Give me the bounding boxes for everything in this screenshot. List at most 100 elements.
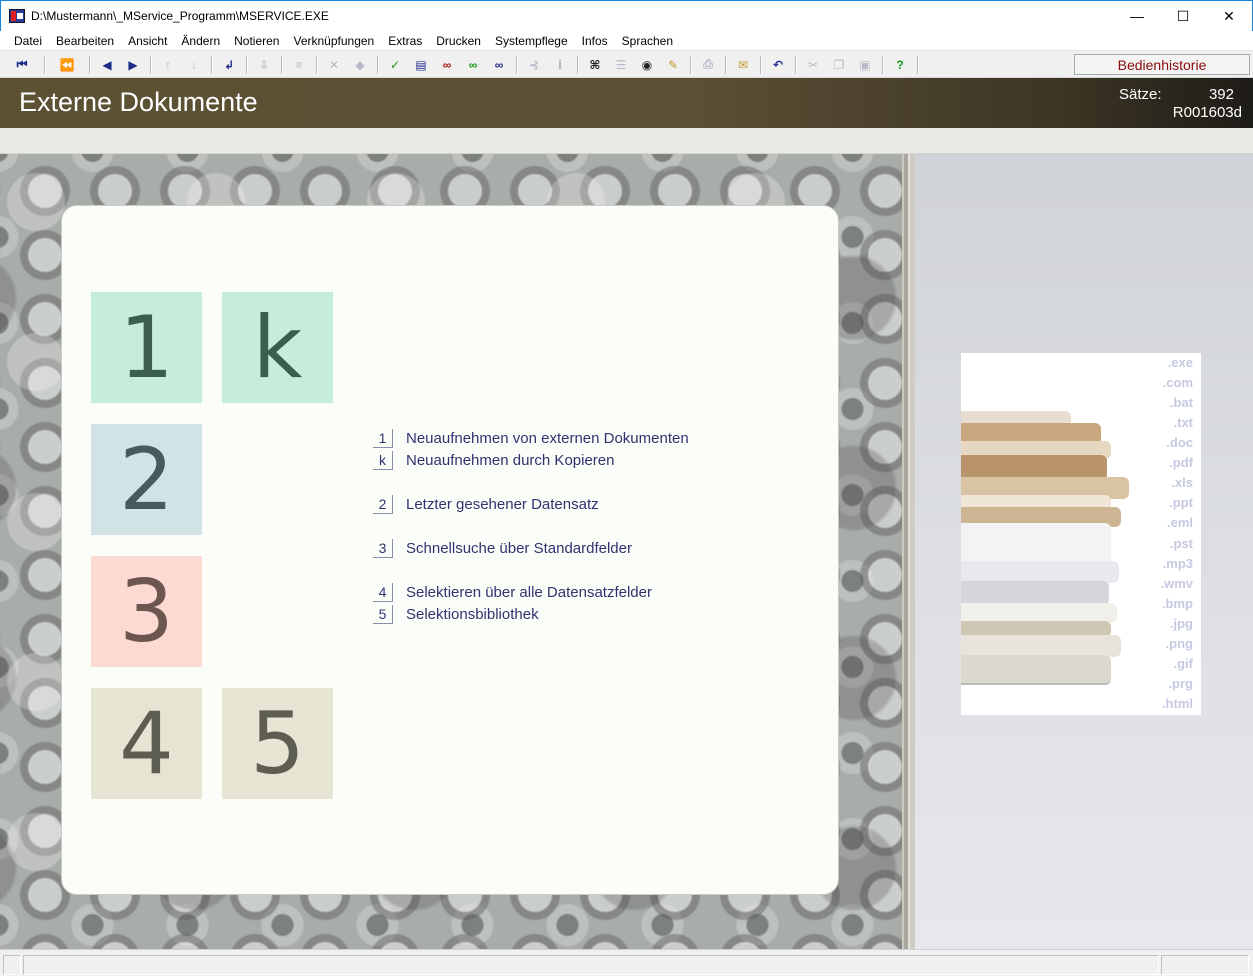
paper-sheet [961,523,1111,563]
splitter[interactable] [902,154,915,949]
bedienhistorie-button[interactable]: Bedienhistorie [1074,54,1250,75]
file-extension: .exe [1167,355,1193,370]
link-blue-icon[interactable]: ∞ [486,54,512,76]
file-extension: .html [1161,696,1193,711]
close-button[interactable]: ✕ [1206,1,1252,31]
maximize-button[interactable]: ☐ [1160,1,1206,31]
status-cell [1161,955,1249,975]
menu-verknuepfungen[interactable]: Verknüpfungen [286,34,381,48]
paper-sheet [961,561,1119,583]
page-title: Externe Dokumente [19,87,258,117]
copy-icon[interactable]: ❐ [826,54,852,76]
option-label: Selektieren über alle Datensatzfelder [406,583,652,601]
link-red-icon[interactable]: ∞ [434,54,460,76]
first-record-icon[interactable]: ⏮ [4,54,40,76]
menu-notieren[interactable]: Notieren [227,34,286,48]
file-extension: .wmv [1160,576,1193,591]
file-extension: .xls [1171,475,1193,490]
file-extension: .bmp [1161,596,1193,611]
file-extension: .eml [1166,515,1193,530]
tile-3[interactable]: 3 [91,556,202,667]
file-extension: .pst [1169,536,1193,551]
toolbar: ⏮ ⏪ ◀ ▶ ↑ ↓ ↲ ⇩ ≡ ✕ ◆ ✓ ▤ ∞ ∞ ∞ ⊰ ⅰ ⌘ ☰ … [0,52,1253,78]
window-title: D:\Mustermann\_MService_Programm\MSERVIC… [31,9,329,23]
tile-4[interactable]: 4 [91,688,202,799]
lines-icon[interactable]: ☰ [608,54,634,76]
toolbar-separator [246,55,247,74]
option-letzter-datensatz[interactable]: 2 Letzter gesehener Datensatz [373,494,599,514]
menu-extras[interactable]: Extras [381,34,429,48]
option-label: Neuaufnehmen durch Kopieren [406,451,615,469]
menu-sprachen[interactable]: Sprachen [615,34,680,48]
record-id: R001603d [1172,104,1242,121]
erase-icon[interactable]: ◆ [347,54,373,76]
toolbar-separator [316,55,317,74]
return-icon[interactable]: ↲ [216,54,242,76]
option-schnellsuche[interactable]: 3 Schnellsuche über Standardfelder [373,538,632,558]
next-record-icon[interactable]: ▶ [120,54,146,76]
mail-icon[interactable]: ✉ [730,54,756,76]
cut-icon[interactable]: ✂ [800,54,826,76]
status-cell [3,955,21,975]
prev-record-icon[interactable]: ◀ [94,54,120,76]
eye-icon[interactable]: ◉ [634,54,660,76]
tile-1[interactable]: 1 [91,292,202,403]
toolbar-separator [917,55,918,74]
status-bar [0,949,1253,976]
tile-k[interactable]: k [222,292,333,403]
menu-aendern[interactable]: Ändern [174,34,227,48]
edit-icon[interactable]: ✎ [660,54,686,76]
toolbar-separator [760,55,761,74]
file-extension: .gif [1173,656,1194,671]
record-count-label: Sätze: [1119,86,1162,103]
toolbar-separator [690,55,691,74]
menu-bar: Datei Bearbeiten Ansicht Ändern Notieren… [0,31,1253,51]
toolbar-separator [150,55,151,74]
header-banner: Externe Dokumente Sätze: 392 R001603d [0,78,1253,128]
menu-drucken[interactable]: Drucken [429,34,488,48]
tile-2[interactable]: 2 [91,424,202,535]
branch-icon[interactable]: ⊰ [521,54,547,76]
confirm-icon[interactable]: ✓ [382,54,408,76]
menu-bearbeiten[interactable]: Bearbeiten [49,34,121,48]
option-kopieren[interactable]: k Neuaufnehmen durch Kopieren [373,450,614,470]
paste-icon[interactable]: ▣ [852,54,878,76]
file-extension: .mp3 [1162,556,1193,571]
list-icon[interactable]: ≡ [286,54,312,76]
toolbar-separator [516,55,517,74]
toolbar-separator [281,55,282,74]
option-key: 1 [373,428,393,448]
menu-systempflege[interactable]: Systempflege [488,34,575,48]
menu-ansicht[interactable]: Ansicht [121,34,174,48]
file-extension: .bat [1169,395,1193,410]
document-icon[interactable]: ▤ [408,54,434,76]
option-key: 5 [373,604,393,624]
file-extension: .com [1162,375,1193,390]
status-cell [23,955,1159,975]
tile-5[interactable]: 5 [222,688,333,799]
option-selektionsbibliothek[interactable]: 5 Selektionsbibliothek [373,604,539,624]
down-arrow-icon[interactable]: ↓ [181,54,207,76]
paper-sheet [961,603,1117,623]
binoculars-icon[interactable]: ⌘ [582,54,608,76]
undo-icon[interactable]: ↶ [765,54,791,76]
info-icon[interactable]: ⅰ [547,54,573,76]
delete-icon[interactable]: ✕ [321,54,347,76]
option-label: Schnellsuche über Standardfelder [406,539,632,557]
option-key: 3 [373,538,393,558]
toolbar-separator [882,55,883,74]
toolbar-separator [577,55,578,74]
export-icon[interactable]: ⇩ [251,54,277,76]
option-key: 4 [373,582,393,602]
link-green-icon[interactable]: ∞ [460,54,486,76]
help-icon[interactable]: ? [887,54,913,76]
file-extension: .txt [1173,415,1194,430]
up-arrow-icon[interactable]: ↑ [155,54,181,76]
minimize-button[interactable]: — [1114,1,1160,31]
menu-datei[interactable]: Datei [7,34,49,48]
option-neuaufnehmen[interactable]: 1 Neuaufnehmen von externen Dokumenten [373,428,689,448]
menu-infos[interactable]: Infos [575,34,615,48]
option-selektieren[interactable]: 4 Selektieren über alle Datensatzfelder [373,582,652,602]
prev-page-icon[interactable]: ⏪ [49,54,85,76]
print-icon[interactable]: ⎙ [695,54,721,76]
